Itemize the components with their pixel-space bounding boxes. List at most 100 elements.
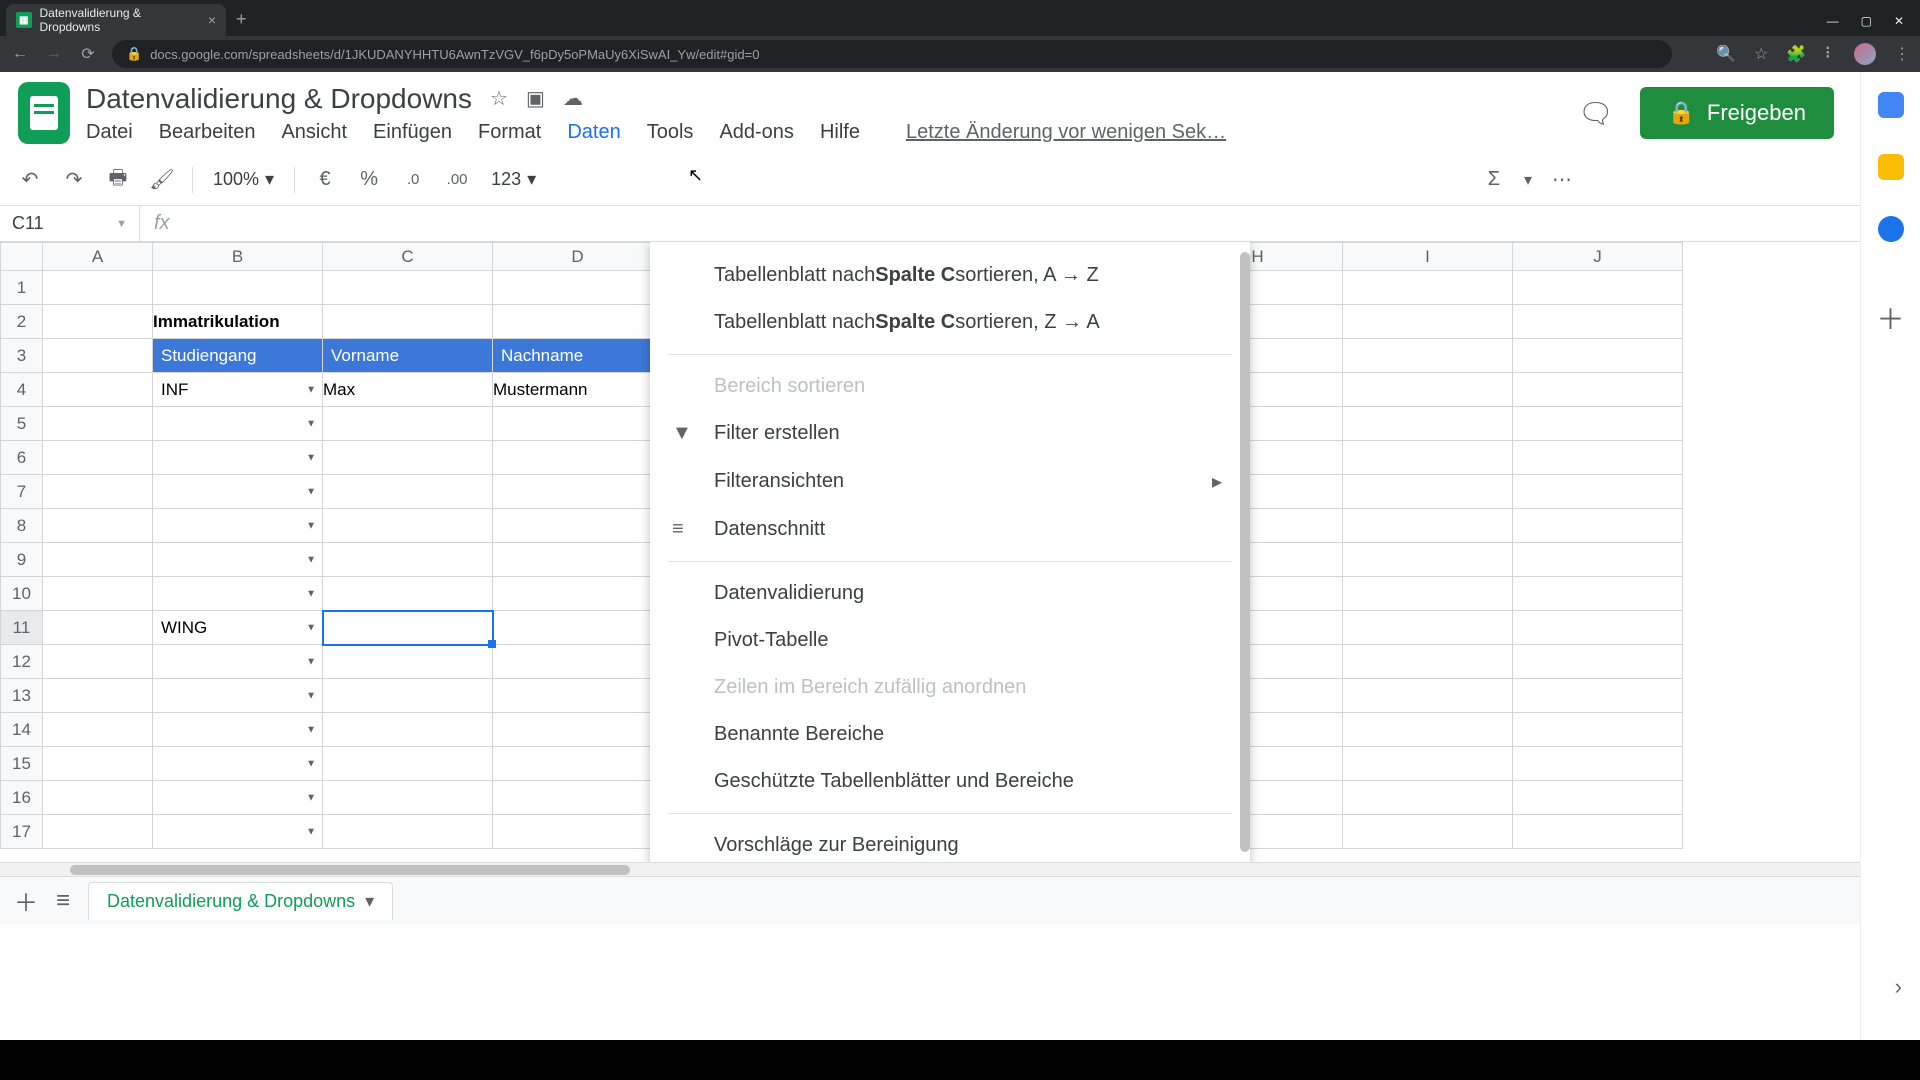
menu-item-filter-views[interactable]: Filteransichten ▸ [650, 457, 1250, 506]
paint-format-icon[interactable]: 🖌 [144, 162, 180, 198]
cell[interactable] [1513, 815, 1683, 849]
cell[interactable] [1513, 679, 1683, 713]
menu-format[interactable]: Format [478, 121, 541, 144]
cell[interactable] [43, 475, 153, 509]
row-header[interactable]: 9 [1, 543, 43, 577]
browser-tab[interactable]: ▦ Datenvalidierung & Dropdowns × [6, 4, 226, 36]
url-bar[interactable]: 🔒 docs.google.com/spreadsheets/d/1JKUDAN… [112, 40, 1672, 68]
cell[interactable] [323, 577, 493, 611]
cell[interactable] [1343, 305, 1513, 339]
cell[interactable] [1343, 509, 1513, 543]
menu-item-sort-za[interactable]: Tabellenblatt nach Spalte C sortieren, Z… [650, 299, 1250, 346]
print-icon[interactable]: 🖶 [100, 162, 136, 198]
cell[interactable] [493, 611, 663, 645]
cell[interactable] [493, 305, 663, 339]
cell[interactable] [493, 577, 663, 611]
row-header[interactable]: 7 [1, 475, 43, 509]
cell[interactable] [493, 475, 663, 509]
undo-icon[interactable]: ↶ [12, 162, 48, 198]
menu-addons[interactable]: Add-ons [719, 121, 794, 144]
cell[interactable] [43, 747, 153, 781]
cell[interactable]: ▼ [153, 475, 323, 509]
cell[interactable] [323, 611, 493, 645]
cell[interactable] [493, 679, 663, 713]
cell[interactable]: Vorname [323, 339, 493, 373]
cell[interactable] [323, 645, 493, 679]
cell[interactable] [1513, 781, 1683, 815]
cell[interactable]: ▼ [153, 543, 323, 577]
zoom-icon[interactable]: 🔍 [1716, 44, 1736, 64]
col-header[interactable]: J [1513, 243, 1683, 271]
scroll-thumb[interactable] [70, 865, 630, 875]
row-header[interactable]: 14 [1, 713, 43, 747]
cell[interactable] [493, 509, 663, 543]
menu-item-named-ranges[interactable]: Benannte Bereiche [650, 711, 1250, 758]
cell[interactable]: ▼ [153, 713, 323, 747]
menu-item-pivot-table[interactable]: Pivot-Tabelle [650, 617, 1250, 664]
cell[interactable] [43, 577, 153, 611]
cell[interactable] [1343, 713, 1513, 747]
more-toolbar-icon[interactable]: ⋯ [1544, 162, 1580, 198]
back-icon[interactable]: ← [10, 45, 30, 63]
cell[interactable] [43, 713, 153, 747]
cell[interactable] [1343, 577, 1513, 611]
last-edit-link[interactable]: Letzte Änderung vor wenigen Sek… [906, 121, 1226, 144]
cell[interactable]: ▼ [153, 577, 323, 611]
menu-item-protected-ranges[interactable]: Geschützte Tabellenblätter und Bereiche [650, 758, 1250, 805]
cell[interactable]: Studiengang [153, 339, 323, 373]
cell[interactable] [1513, 305, 1683, 339]
cell[interactable] [323, 543, 493, 577]
chevron-down-icon[interactable]: ▾ [365, 891, 374, 912]
addons-plus-icon[interactable]: ＋ [1876, 298, 1904, 338]
row-header[interactable]: 1 [1, 271, 43, 305]
currency-button[interactable]: € [307, 162, 343, 198]
cell[interactable]: ▼ [153, 679, 323, 713]
cell[interactable]: ▼ [153, 781, 323, 815]
col-header[interactable]: B [153, 243, 323, 271]
col-header[interactable]: C [323, 243, 493, 271]
cell[interactable]: ▼ [153, 815, 323, 849]
cell[interactable] [43, 781, 153, 815]
cell[interactable] [1513, 475, 1683, 509]
cell[interactable] [1343, 271, 1513, 305]
row-header[interactable]: 10 [1, 577, 43, 611]
close-window-icon[interactable]: ✕ [1894, 14, 1904, 28]
cell[interactable] [43, 305, 153, 339]
dropdown-arrow-icon[interactable]: ▼ [306, 826, 316, 837]
cell[interactable] [1513, 441, 1683, 475]
cell[interactable] [43, 373, 153, 407]
cell[interactable]: INF▼ [153, 373, 323, 407]
cell[interactable] [1343, 679, 1513, 713]
cell[interactable] [323, 747, 493, 781]
star-icon[interactable]: ☆ [490, 86, 508, 111]
cell[interactable]: Mustermann [493, 373, 663, 407]
cell[interactable] [1343, 475, 1513, 509]
increase-decimal-button[interactable]: .00 [439, 162, 475, 198]
bookmark-icon[interactable]: ☆ [1754, 44, 1768, 64]
dropdown-arrow-icon[interactable]: ▼ [306, 418, 316, 429]
cell[interactable] [1513, 339, 1683, 373]
close-tab-icon[interactable]: × [208, 12, 216, 28]
row-header[interactable]: 3 [1, 339, 43, 373]
cell[interactable] [153, 271, 323, 305]
all-sheets-button[interactable]: ≡ [56, 887, 70, 915]
menu-item-data-validation[interactable]: Datenvalidierung [650, 570, 1250, 617]
cell[interactable]: Immatrikulation [153, 305, 323, 339]
cell[interactable] [323, 441, 493, 475]
dropdown-arrow-icon[interactable]: ▼ [306, 792, 316, 803]
cell[interactable] [43, 441, 153, 475]
dropdown-arrow-icon[interactable]: ▼ [306, 622, 316, 633]
row-header[interactable]: 16 [1, 781, 43, 815]
cell[interactable] [323, 305, 493, 339]
document-title[interactable]: Datenvalidierung & Dropdowns [86, 83, 472, 115]
share-button[interactable]: 🔒 Freigeben [1640, 87, 1834, 139]
sheet-tab[interactable]: Datenvalidierung & Dropdowns ▾ [88, 882, 393, 920]
row-header[interactable]: 8 [1, 509, 43, 543]
decrease-decimal-button[interactable]: .0 [395, 162, 431, 198]
cell[interactable] [43, 271, 153, 305]
cell[interactable] [43, 509, 153, 543]
menu-item-slicer[interactable]: ≡ Datenschnitt [650, 506, 1250, 553]
zoom-dropdown[interactable]: 100% ▾ [205, 169, 282, 190]
forward-icon[interactable]: → [44, 45, 64, 63]
cell[interactable] [1513, 407, 1683, 441]
